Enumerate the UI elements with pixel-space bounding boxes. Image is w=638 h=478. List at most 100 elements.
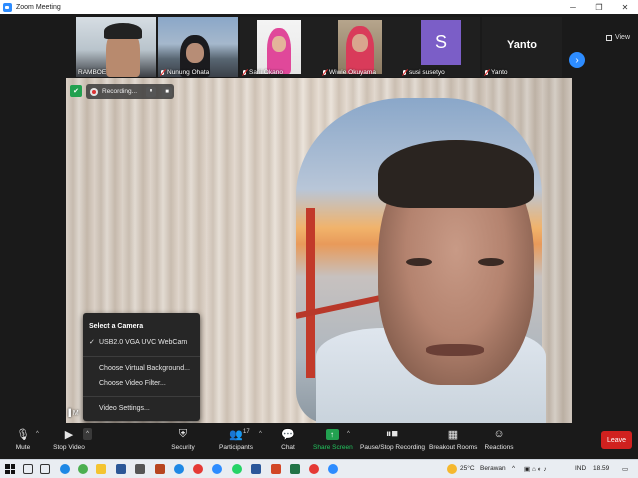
whatsapp-icon[interactable]	[232, 464, 242, 474]
window-title: Zoom Meeting	[16, 3, 61, 11]
participant-name: RAMBOE	[78, 69, 107, 76]
participant-video	[338, 20, 382, 74]
menu-heading: Select a Camera	[89, 323, 144, 330]
notifications-icon[interactable]: ▭	[622, 465, 628, 473]
microphone-icon: 🎙	[16, 428, 30, 441]
maximize-button[interactable]: ❐	[586, 0, 612, 14]
grid-icon	[605, 34, 612, 41]
pause-stop-recording-button[interactable]: ⏸■ Pause/Stop Recording	[360, 427, 426, 452]
zoom-icon[interactable]	[328, 464, 338, 474]
breakout-rooms-button[interactable]: ▦ Breakout Rooms	[429, 427, 478, 452]
security-button[interactable]: ⛨ Security	[170, 427, 196, 452]
participant-tile[interactable]: Yanto Yanto	[482, 17, 562, 77]
tray-chevron-icon[interactable]: ^	[512, 465, 515, 472]
app-icon[interactable]	[155, 464, 165, 474]
chevron-right-icon: ›	[575, 54, 579, 66]
stop-video-button[interactable]: ▶ Stop Video	[52, 427, 86, 452]
speaker-name: ▐ M	[66, 410, 79, 417]
participant-tile[interactable]: Wiwie Okuyama	[320, 17, 400, 77]
minimize-button[interactable]: ─	[560, 0, 586, 14]
participant-tile[interactable]: S susi susetyo	[400, 17, 480, 77]
mute-button[interactable]: 🎙 Mute	[12, 427, 34, 452]
powerpoint-icon[interactable]	[271, 464, 281, 474]
audio-options-caret[interactable]: ^	[36, 431, 39, 437]
chrome-red-icon[interactable]	[193, 464, 203, 474]
view-button[interactable]: View	[605, 34, 630, 41]
temperature: 25°C	[460, 465, 475, 472]
skype-icon[interactable]	[174, 464, 184, 474]
participant-video	[257, 20, 301, 74]
video-settings-option[interactable]: Video Settings...	[99, 405, 150, 412]
store-icon[interactable]	[135, 464, 145, 474]
leave-button[interactable]: Leave	[601, 431, 632, 449]
participant-display-name: Yanto	[507, 39, 537, 51]
excel-icon[interactable]	[290, 464, 300, 474]
chrome-icon[interactable]	[78, 464, 88, 474]
participant-face	[352, 34, 368, 52]
mute-label: Mute	[15, 444, 31, 451]
breakout-rooms-icon: ▦	[447, 428, 459, 441]
pause-stop-icon: ⏸■	[385, 427, 399, 440]
pause-recording-button[interactable]: ⏸	[146, 86, 156, 97]
participant-name: Sarii Okano	[249, 69, 283, 76]
zoom-taskbar-icon[interactable]	[212, 464, 222, 474]
headset-shape	[104, 23, 142, 39]
mic-muted-icon	[484, 69, 489, 76]
file-explorer-icon[interactable]	[96, 464, 106, 474]
weather-icon[interactable]	[447, 464, 457, 474]
media-icon[interactable]	[309, 464, 319, 474]
security-label: Security	[171, 444, 195, 451]
participant-name: Nunung Ohata	[167, 69, 210, 76]
tray-icons[interactable]: ▣ ⌂ ◐ ♪	[524, 465, 547, 473]
avatar: S	[421, 20, 461, 65]
share-screen-icon: ↑	[313, 427, 351, 441]
participant-tile[interactable]: Sarii Okano	[240, 17, 320, 77]
word-icon[interactable]	[251, 464, 261, 474]
stop-recording-button[interactable]: ■	[162, 86, 172, 97]
checkmark-icon: ✓	[89, 339, 95, 346]
video-filter-option[interactable]: Choose Video Filter...	[99, 380, 166, 387]
search-icon[interactable]	[23, 464, 33, 474]
chat-button[interactable]: 💬 Chat	[278, 427, 298, 452]
mic-muted-icon	[322, 69, 327, 76]
windows-taskbar: 25°C Berawan ^ ▣ ⌂ ◐ ♪ IND 18.59 ▭	[0, 459, 638, 478]
close-button[interactable]: ✕	[612, 0, 638, 14]
breakout-rooms-label: Breakout Rooms	[429, 444, 478, 451]
edge-icon[interactable]	[60, 464, 70, 474]
clock[interactable]: 18.59	[593, 465, 609, 472]
video-options-caret[interactable]: ^	[83, 428, 92, 440]
participant-face	[272, 36, 286, 52]
virtual-background-option[interactable]: Choose Virtual Background...	[99, 365, 190, 372]
recording-label: Recording...	[102, 88, 138, 95]
view-label: View	[614, 34, 630, 41]
pause-recording-label: Pause/Stop Recording	[360, 444, 426, 451]
zoom-window: Zoom Meeting ─ ❐ ✕ RAMBOE Nunung Ohata S…	[0, 0, 638, 478]
participant-tile[interactable]: RAMBOE	[76, 17, 156, 77]
share-options-caret[interactable]: ^	[347, 431, 350, 437]
shield-icon: ⛨	[178, 427, 188, 440]
mail-icon[interactable]	[116, 464, 126, 474]
share-screen-label: Share Screen	[313, 444, 353, 451]
task-view-icon[interactable]	[40, 464, 50, 474]
participant-tile[interactable]: Nunung Ohata	[158, 17, 238, 77]
recording-indicator: Recording... ⏸ ■	[86, 84, 174, 99]
language-indicator[interactable]: IND	[575, 465, 586, 472]
participant-name: susi susetyo	[409, 69, 445, 76]
participant-name: Yanto	[491, 69, 508, 76]
participants-caret[interactable]: ^	[259, 431, 262, 437]
reactions-label: Reactions	[484, 444, 514, 451]
menu-divider	[83, 356, 200, 357]
reactions-button[interactable]: ☺ Reactions	[484, 427, 514, 451]
mic-muted-icon	[160, 69, 165, 76]
security-shield-icon[interactable]: ✔	[70, 85, 82, 97]
camera-option[interactable]: USB2.0 VGA UVC WebCam	[99, 339, 187, 346]
windows-start-icon[interactable]	[5, 464, 15, 474]
menu-divider	[83, 396, 200, 397]
camera-menu: Select a Camera ✓ USB2.0 VGA UVC WebCam …	[83, 313, 200, 421]
share-screen-button[interactable]: ↑ Share Screen	[313, 427, 353, 451]
record-icon	[90, 87, 98, 96]
chat-label: Chat	[281, 444, 295, 451]
next-page-button[interactable]: ›	[569, 52, 585, 68]
chat-icon: 💬	[281, 428, 295, 441]
meeting-toolbar: 🎙 Mute ^ ▶ Stop Video ^ ⛨ Security 👥 Par…	[0, 423, 638, 459]
